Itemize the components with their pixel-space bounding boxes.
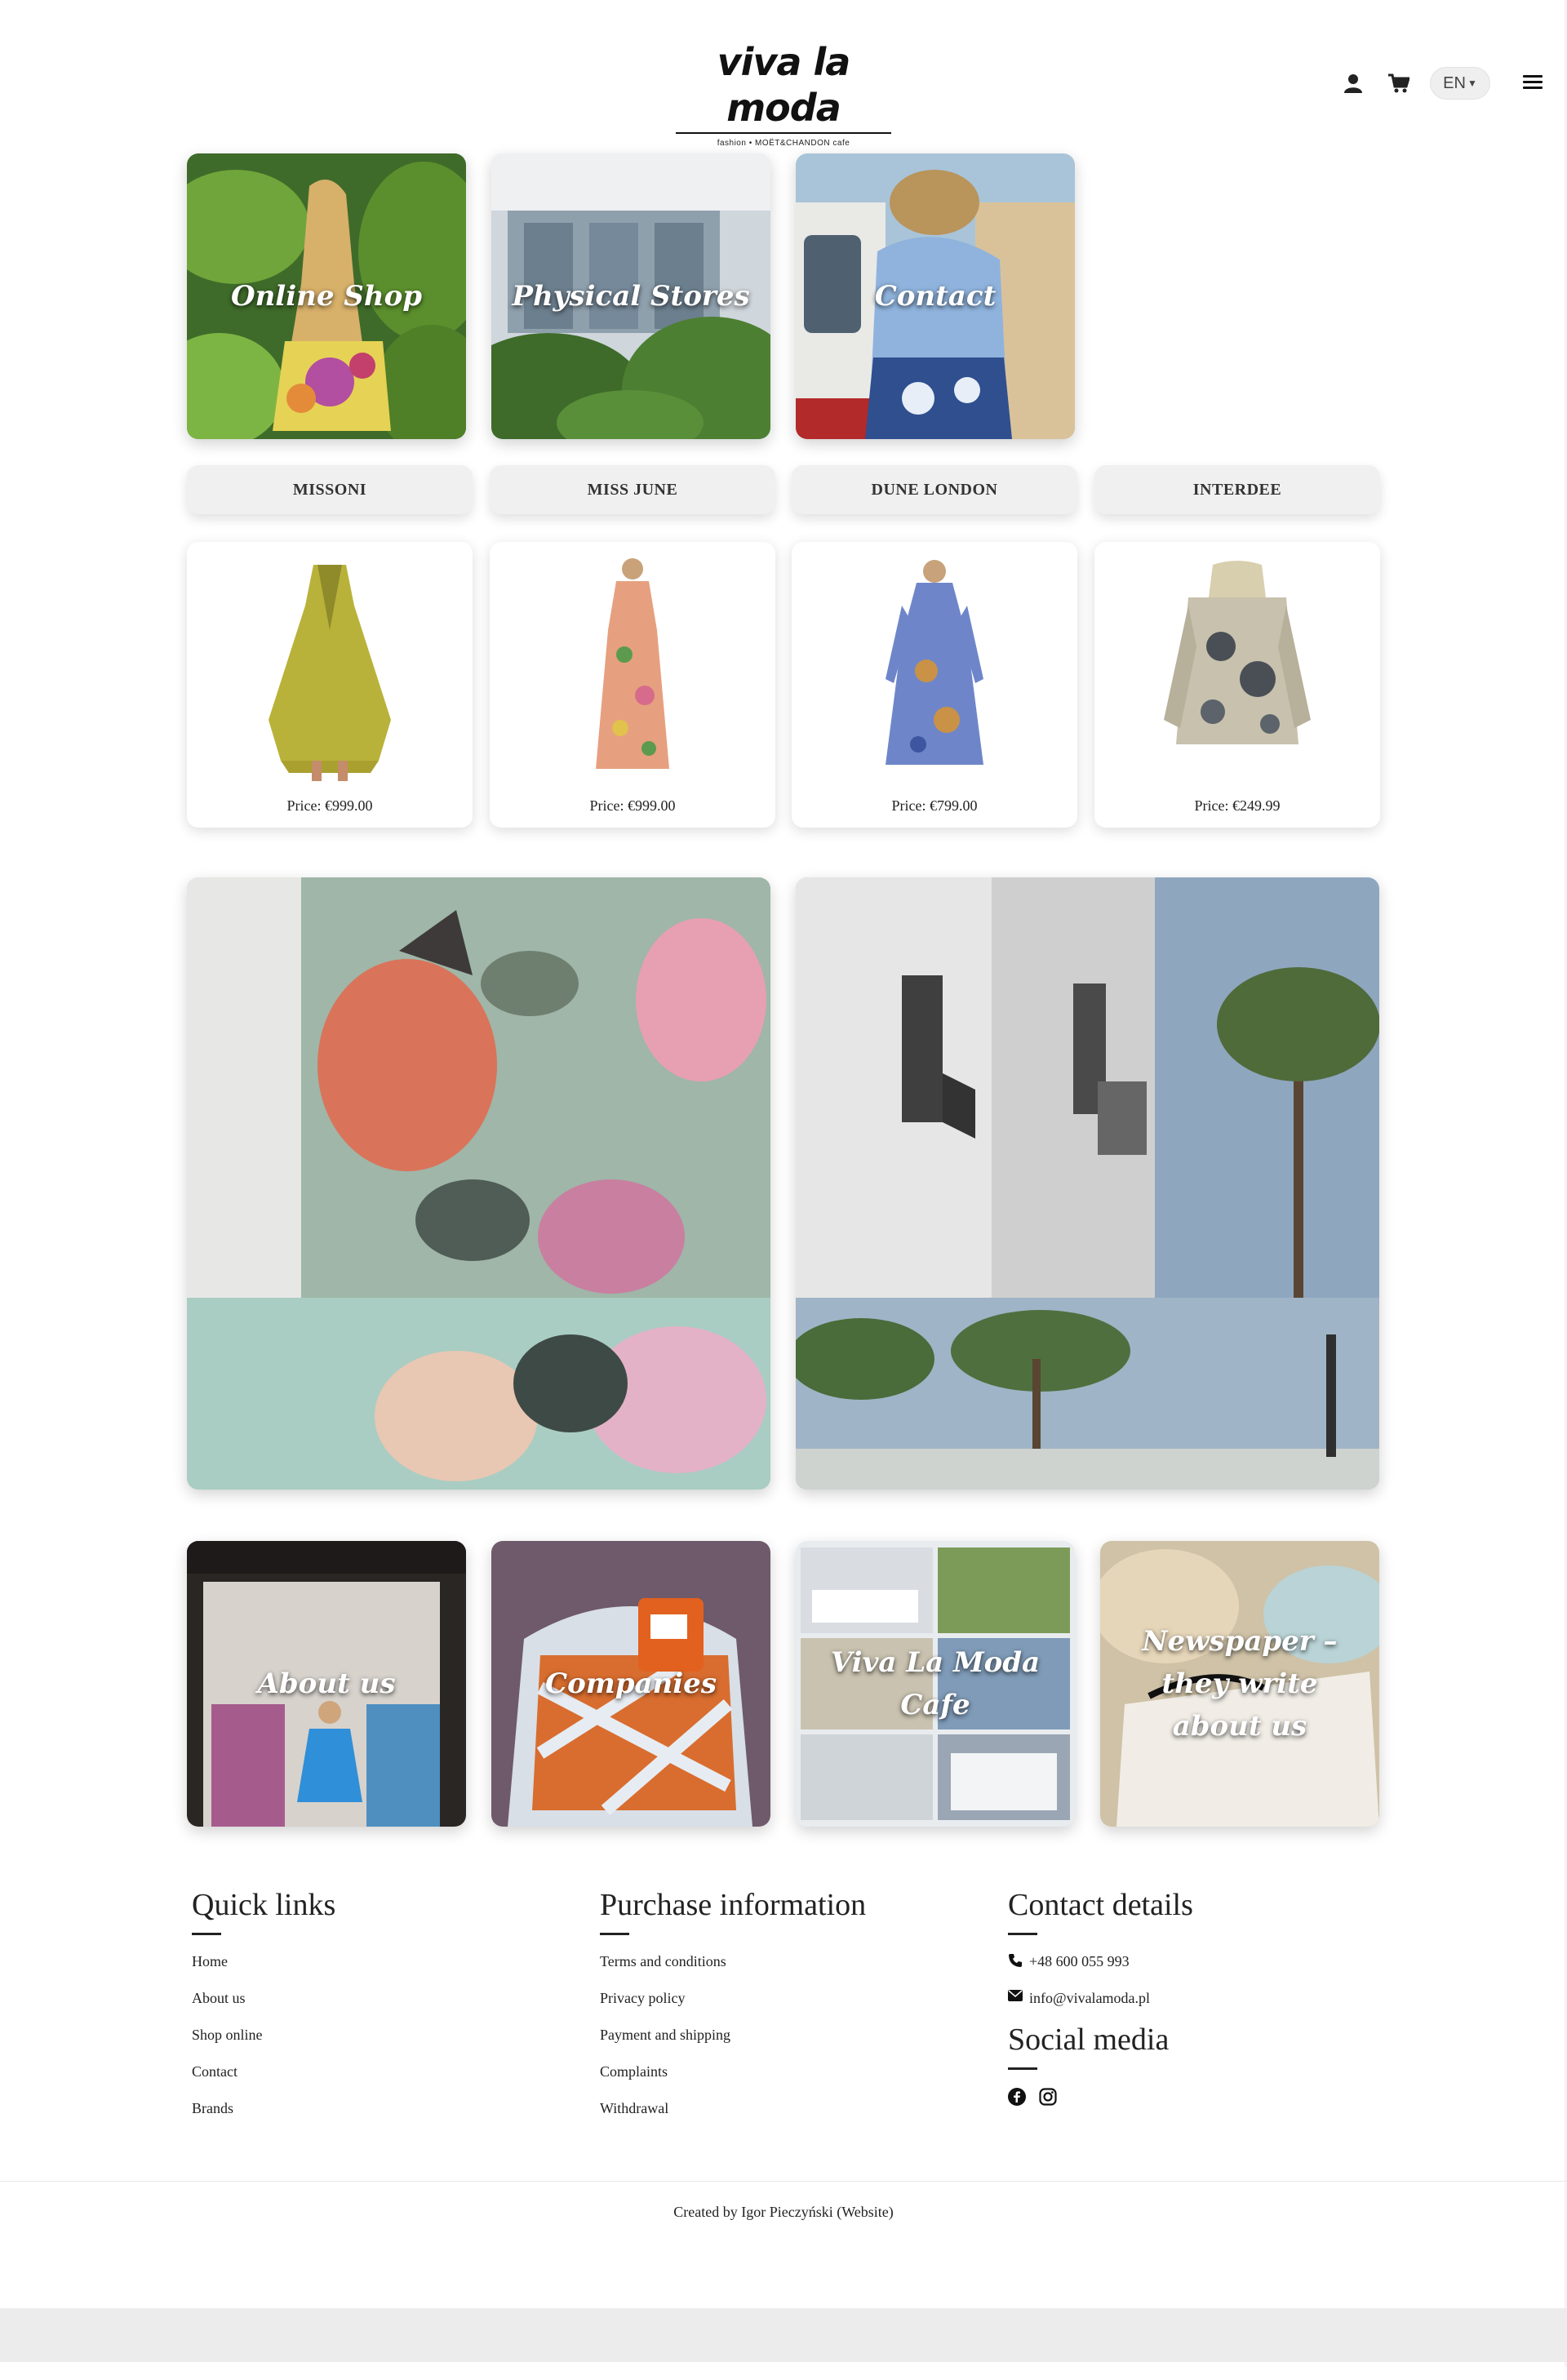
floral-fabric-image [187, 877, 770, 1490]
product-image [1164, 561, 1311, 744]
tile-contact[interactable]: Contact [796, 153, 1075, 439]
user-icon[interactable] [1342, 72, 1365, 95]
footer-quick-links: Quick links Home About us Shop online Co… [192, 1887, 518, 2137]
footer-link-contact[interactable]: Contact [192, 2063, 518, 2100]
tile-physical-stores[interactable]: Physical Stores [491, 153, 770, 439]
tile-about-us[interactable]: About us [187, 1541, 466, 1827]
tile-newspaper[interactable]: Newspaper – they write about us [1100, 1541, 1379, 1827]
phone-number: +48 600 055 993 [1029, 1953, 1130, 1969]
footer-heading: Social media [1008, 2023, 1170, 2057]
product-image [269, 565, 391, 781]
footer-contact-details: Contact details +48 600 055 993 info@viv… [1008, 1887, 1351, 2106]
street-image [796, 877, 1379, 1490]
tile-label: Newspaper – they write about us [1142, 1625, 1338, 1743]
logo-tagline: fashion • MOËT&CHANDON cafe [717, 139, 850, 148]
tile-label: Physical Stores [512, 280, 750, 313]
tile-cafe[interactable]: Viva La Moda Cafe [796, 1541, 1075, 1827]
tile-label: About us [257, 1667, 396, 1700]
footer-link-home[interactable]: Home [192, 1953, 518, 1990]
site-credit[interactable]: Created by Igor Pieczyński (Website) [0, 2204, 1567, 2221]
floral-fabric-video[interactable] [187, 877, 770, 1490]
footer-link-terms[interactable]: Terms and conditions [600, 1953, 943, 1990]
product-card[interactable]: Price: €799.00 [792, 542, 1077, 828]
instagram-icon[interactable] [1039, 2088, 1057, 2106]
product-image [886, 560, 983, 765]
tile-label: Contact [874, 280, 997, 313]
footer-purchase-info: Purchase information Terms and condition… [600, 1887, 943, 2137]
tile-companies[interactable]: Companies [491, 1541, 770, 1827]
bottom-band [0, 2308, 1567, 2362]
tile-label: Viva La Moda Cafe [830, 1646, 1041, 1721]
language-label: EN [1443, 73, 1466, 92]
product-card[interactable]: Price: €999.00 [490, 542, 775, 828]
chevron-down-icon: ▼ [1467, 78, 1477, 89]
footer-link-payment-shipping[interactable]: Payment and shipping [600, 2027, 943, 2063]
product-card[interactable]: Price: €249.99 [1094, 542, 1380, 828]
product-card[interactable]: Price: €999.00 [187, 542, 473, 828]
product-price: Price: €249.99 [1194, 797, 1281, 814]
footer-divider [0, 2181, 1567, 2182]
facebook-icon[interactable] [1008, 2088, 1026, 2106]
tile-label: Companies [545, 1667, 717, 1700]
menu-icon[interactable] [1523, 72, 1543, 91]
footer-link-complaints[interactable]: Complaints [600, 2063, 943, 2100]
brand-button-missoni[interactable]: MISSONI [187, 465, 473, 514]
tile-label: Online Shop [230, 280, 423, 313]
tile-online-shop[interactable]: Online Shop [187, 153, 466, 439]
footer-heading: Contact details [1008, 1888, 1193, 1922]
product-price: Price: €799.00 [891, 797, 978, 814]
product-price: Price: €999.00 [286, 797, 373, 814]
language-selector[interactable]: EN ▼ [1430, 67, 1490, 100]
logo-text: viva la moda [717, 40, 851, 130]
heading-underline [192, 1933, 221, 1935]
brand-button-miss-june[interactable]: MISS JUNE [490, 465, 775, 514]
footer-link-privacy[interactable]: Privacy policy [600, 1990, 943, 2027]
site-logo[interactable]: viva la moda fashion • MOËT&CHANDON cafe [676, 39, 891, 148]
footer-link-brands[interactable]: Brands [192, 2100, 518, 2137]
product-image [596, 558, 669, 769]
heading-underline [1008, 2067, 1037, 2070]
brand-button-interdee[interactable]: INTERDEE [1094, 465, 1380, 514]
phone-icon [1009, 1954, 1022, 1967]
email-address: info@vivalamoda.pl [1029, 1990, 1151, 2006]
footer-heading: Quick links [192, 1888, 336, 1922]
marbella-street-video[interactable] [796, 877, 1379, 1490]
social-icons [1008, 2088, 1351, 2106]
footer-phone[interactable]: +48 600 055 993 [1008, 1953, 1351, 1990]
footer-heading: Purchase information [600, 1888, 867, 1922]
email-icon [1008, 1990, 1023, 2001]
footer-link-about-us[interactable]: About us [192, 1990, 518, 2027]
footer-link-withdrawal[interactable]: Withdrawal [600, 2100, 943, 2137]
heading-underline [600, 1933, 629, 1935]
brand-button-dune-london[interactable]: DUNE LONDON [792, 465, 1077, 514]
product-price: Price: €999.00 [589, 797, 676, 814]
site-header: viva la moda fashion • MOËT&CHANDON cafe… [0, 0, 1567, 148]
footer-link-shop-online[interactable]: Shop online [192, 2027, 518, 2063]
cart-icon[interactable] [1387, 72, 1410, 95]
heading-underline [1008, 1933, 1037, 1935]
logo-underline [676, 132, 891, 134]
